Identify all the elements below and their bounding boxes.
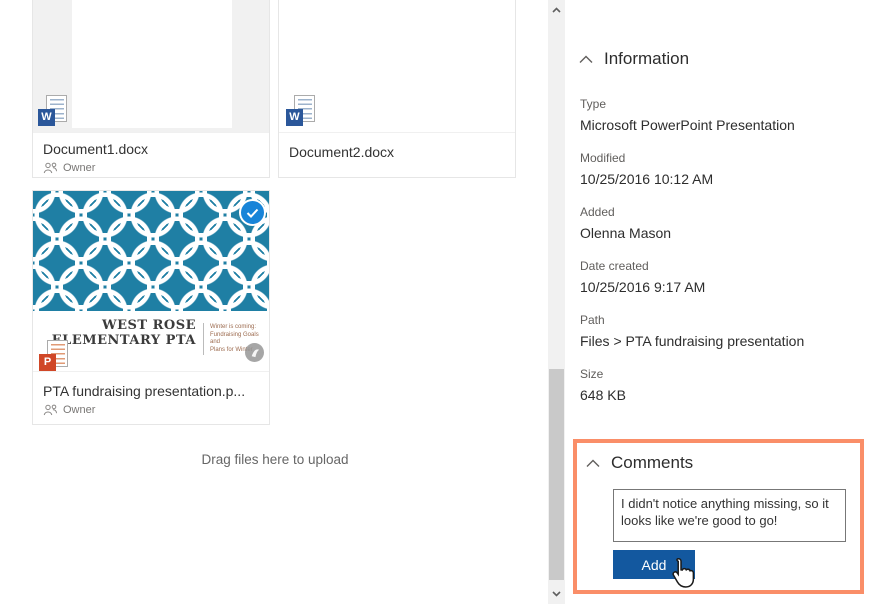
field-value: 648 KB	[580, 386, 626, 404]
document1-footer: Document1.docx Owner	[33, 132, 269, 177]
field-value: 10/25/2016 9:17 AM	[580, 278, 705, 296]
field-value: Microsoft PowerPoint Presentation	[580, 116, 795, 134]
vertical-scrollbar[interactable]	[548, 0, 565, 604]
field-label: Added	[580, 205, 671, 219]
owner-label: Owner	[63, 162, 95, 174]
word-file-icon: W	[38, 95, 67, 126]
field-value: 10/25/2016 10:12 AM	[580, 170, 713, 188]
powerpoint-icon-badge: P	[39, 354, 56, 371]
information-title: Information	[604, 49, 689, 69]
owner-label: Owner	[63, 404, 95, 416]
slide-divider	[203, 323, 204, 355]
selected-check-icon[interactable]	[239, 199, 266, 226]
file-name[interactable]: PTA fundraising presentation.p...	[43, 383, 259, 399]
owner-row: Owner	[43, 404, 259, 416]
scrollbar-thumb[interactable]	[549, 369, 564, 580]
slide-pattern-art	[33, 191, 269, 311]
slide-title-area: WEST ROSE ELEMENTARY PTA Winter is comin…	[33, 311, 269, 371]
template-watermark-icon	[245, 343, 264, 362]
add-comment-button[interactable]: Add	[613, 550, 695, 579]
word-icon-badge: W	[286, 109, 303, 126]
field-path: Path Files > PTA fundraising presentatio…	[580, 313, 804, 350]
field-label: Size	[580, 367, 626, 381]
information-section-header[interactable]: Information	[579, 49, 689, 69]
word-file-icon: W	[286, 95, 315, 126]
people-icon	[43, 162, 58, 174]
document1-page-preview	[72, 0, 232, 128]
field-label: Type	[580, 97, 795, 111]
file-tile-document1[interactable]: W Document1.docx Owner	[32, 0, 270, 178]
owner-row: Owner	[43, 162, 259, 174]
field-label: Path	[580, 313, 804, 327]
field-size: Size 648 KB	[580, 367, 626, 404]
word-icon-badge: W	[38, 109, 55, 126]
file-name[interactable]: Document2.docx	[289, 144, 505, 160]
field-label: Modified	[580, 151, 713, 165]
scroll-down-arrow-icon[interactable]	[548, 586, 565, 602]
file-tile-pta-presentation[interactable]: WEST ROSE ELEMENTARY PTA Winter is comin…	[32, 190, 270, 425]
slide-title-line1: WEST ROSE	[41, 318, 196, 333]
field-added: Added Olenna Mason	[580, 205, 671, 242]
drag-files-hint: Drag files here to upload	[100, 452, 450, 467]
people-icon	[43, 404, 58, 416]
file-name[interactable]: Document1.docx	[43, 141, 259, 157]
field-date-created: Date created 10/25/2016 9:17 AM	[580, 259, 705, 296]
field-value breadcrumb[interactable]: Files > PTA fundraising presentation	[580, 332, 804, 350]
chevron-up-icon	[586, 459, 600, 468]
comments-section-header[interactable]: Comments	[586, 453, 693, 473]
powerpoint-file-icon: P	[39, 340, 68, 371]
comments-section-highlight: Comments I didn't notice anything missin…	[573, 439, 864, 594]
onedrive-files-view: W Document1.docx Owner W	[0, 0, 869, 604]
comment-input[interactable]: I didn't notice anything missing, so it …	[613, 489, 846, 542]
pta-thumbnail[interactable]: WEST ROSE ELEMENTARY PTA Winter is comin…	[33, 191, 269, 371]
document2-footer: Document2.docx	[279, 132, 515, 177]
field-type: Type Microsoft PowerPoint Presentation	[580, 97, 795, 134]
comments-title: Comments	[611, 453, 693, 473]
pta-footer: PTA fundraising presentation.p... Owner	[33, 371, 269, 424]
document2-thumbnail[interactable]: W	[279, 0, 515, 132]
file-tile-document2[interactable]: W Document2.docx	[278, 0, 516, 178]
field-value: Olenna Mason	[580, 224, 671, 242]
scroll-up-arrow-icon[interactable]	[548, 2, 565, 18]
field-label: Date created	[580, 259, 705, 273]
chevron-up-icon	[579, 55, 593, 64]
field-modified: Modified 10/25/2016 10:12 AM	[580, 151, 713, 188]
document1-thumbnail[interactable]: W	[33, 0, 269, 132]
